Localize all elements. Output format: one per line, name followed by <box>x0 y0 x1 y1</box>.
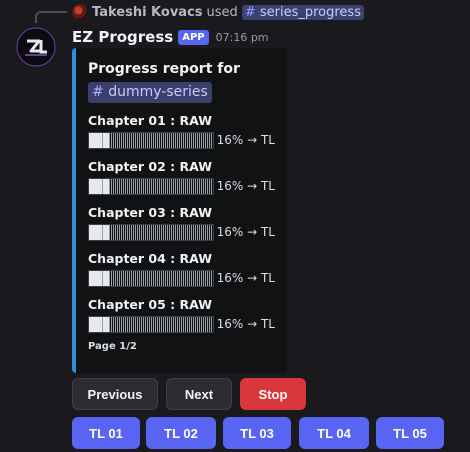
chapter-progress-row: 16% → TL <box>88 314 275 334</box>
app-badge: APP <box>178 29 209 45</box>
progress-bar <box>88 269 214 287</box>
progress-bar <box>88 131 214 149</box>
bot-avatar[interactable] <box>16 27 56 67</box>
progress-bar <box>88 177 214 195</box>
chapter-progress-row: 16% → TL <box>88 268 275 288</box>
progress-bar-fill <box>89 224 109 240</box>
previous-button[interactable]: Previous <box>72 378 158 410</box>
tl-01-button[interactable]: TL 01 <box>72 417 140 449</box>
chapter-name: Chapter 01 : RAW <box>88 113 213 128</box>
progress-bar-fill <box>89 270 109 286</box>
command-reply-line: Takeshi Kovacs used # series_progress <box>72 3 364 21</box>
page-indicator: Page 1/2 <box>88 341 137 352</box>
progress-bar <box>88 223 214 241</box>
tl-04-button[interactable]: TL 04 <box>299 417 369 449</box>
channel-mention[interactable]: # dummy-series <box>88 82 212 103</box>
progress-status: 16% → TL <box>216 179 275 193</box>
tl-05-button[interactable]: TL 05 <box>376 417 444 449</box>
chapter-item: Chapter 05 : RAW 16% → TL <box>88 290 275 336</box>
tl-03-button[interactable]: TL 03 <box>223 417 291 449</box>
user-avatar[interactable] <box>72 4 88 20</box>
progress-embed: Progress report for # dummy-series Chapt… <box>72 48 287 373</box>
command-hash-icon: # <box>244 4 256 20</box>
chapter-progress-row: 16% → TL <box>88 176 275 196</box>
progress-status: 16% → TL <box>216 271 275 285</box>
progress-status: 16% → TL <box>216 133 275 147</box>
chapter-list: Chapter 01 : RAW 16% → TL Chapter 02 : R… <box>88 106 275 336</box>
progress-bar-fill <box>89 178 109 194</box>
reply-spine <box>35 11 67 23</box>
channel-hash-icon: # <box>92 84 104 100</box>
reply-used-text: used <box>206 4 238 20</box>
chapter-progress-row: 16% → TL <box>88 130 275 150</box>
slash-command-chip[interactable]: # series_progress <box>241 4 364 20</box>
chapter-name: Chapter 03 : RAW <box>88 205 213 220</box>
progress-bar-fill <box>89 316 109 332</box>
reply-username[interactable]: Takeshi Kovacs <box>92 5 203 20</box>
chapter-progress-row: 16% → TL <box>88 222 275 242</box>
progress-status: 16% → TL <box>216 225 275 239</box>
chapter-item: Chapter 04 : RAW 16% → TL <box>88 244 275 290</box>
bot-name[interactable]: EZ Progress <box>72 28 173 46</box>
message-timestamp: 07:16 pm <box>215 30 269 44</box>
chapter-item: Chapter 02 : RAW 16% → TL <box>88 152 275 198</box>
chapter-name: Chapter 05 : RAW <box>88 297 213 312</box>
chapter-name: Chapter 04 : RAW <box>88 251 213 266</box>
command-name: series_progress <box>259 4 361 20</box>
embed-title: Progress report for <box>88 61 240 77</box>
progress-bar <box>88 315 214 333</box>
tl-02-button[interactable]: TL 02 <box>146 417 216 449</box>
chapter-name: Chapter 02 : RAW <box>88 159 213 174</box>
stop-button[interactable]: Stop <box>240 378 306 410</box>
ez-logo-icon <box>16 27 56 67</box>
channel-name: dummy-series <box>108 84 208 100</box>
message-header: EZ Progress APP 07:16 pm <box>72 27 269 47</box>
chapter-item: Chapter 03 : RAW 16% → TL <box>88 198 275 244</box>
progress-status: 16% → TL <box>216 317 275 331</box>
chapter-item: Chapter 01 : RAW 16% → TL <box>88 106 275 152</box>
next-button[interactable]: Next <box>166 378 232 410</box>
progress-bar-fill <box>89 132 109 148</box>
